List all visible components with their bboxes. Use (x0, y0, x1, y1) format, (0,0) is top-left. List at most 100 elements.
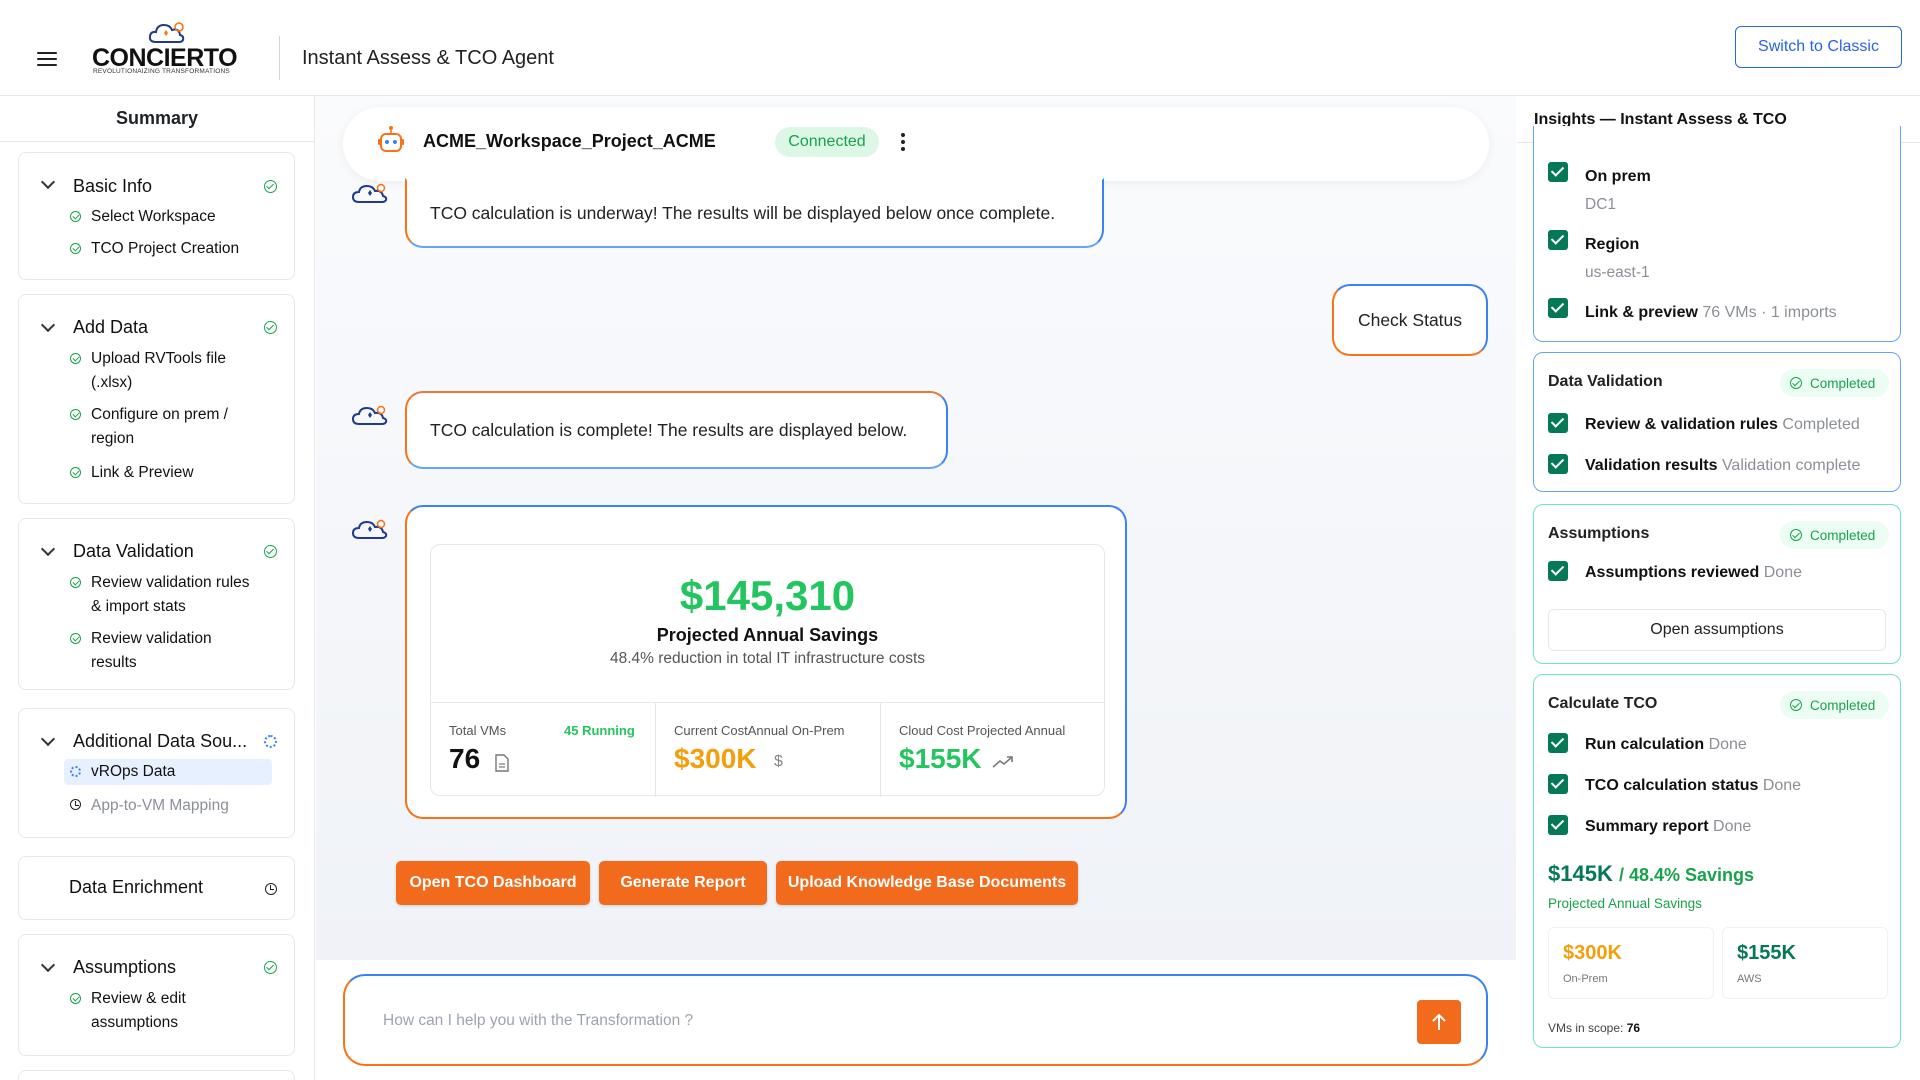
projected-savings-value: $145,310 (679, 572, 856, 619)
trend-up-icon (992, 756, 1013, 768)
aws-cost-tile: $155K AWS (1722, 927, 1888, 999)
reduction-text: 48.4% reduction in total IT infrastructu… (609, 650, 926, 667)
agent-message: TCO calculation is complete! The results… (405, 391, 948, 469)
stat-value: 76 (449, 743, 481, 774)
check-circle-icon (70, 353, 81, 364)
section-data-validation[interactable]: Data Validation Review validation rules … (18, 518, 295, 690)
open-assumptions-button[interactable]: Open assumptions (1548, 609, 1886, 651)
insights-data-validation-card: Data Validation Completed Review & valid… (1533, 352, 1901, 492)
menu-icon[interactable] (37, 52, 57, 66)
step-link-preview[interactable]: Link & Preview (91, 461, 194, 485)
completed-badge: Completed (1780, 691, 1889, 719)
section-title: Data Enrichment (69, 877, 204, 897)
insight-link-preview: Link & preview 76 VMs · 1 imports (1585, 304, 1837, 321)
section-assumptions[interactable]: Assumptions Review & edit assumptions (18, 934, 295, 1056)
dollar-icon: $ (774, 753, 783, 770)
page-title: Instant Assess & TCO Agent (302, 47, 554, 69)
step-review-assumptions[interactable]: Review & edit (91, 987, 186, 1011)
agent-avatar-icon (351, 519, 388, 539)
section-next[interactable] (18, 1070, 295, 1080)
chevron-down-icon[interactable] (40, 541, 56, 557)
insight-on-prem: On prem (1585, 168, 1651, 185)
step-review-results-cont: results (91, 654, 137, 671)
connection-status-badge: Connected (775, 127, 879, 157)
tco-result-inner: $145,310 Projected Annual Savings 48.4% … (430, 544, 1106, 797)
insight-validation-results: Validation results Validation complete (1585, 457, 1861, 474)
checkbox-checked-icon[interactable] (1548, 774, 1568, 794)
send-button[interactable] (1417, 1000, 1461, 1044)
agent-message: TCO calculation is underway! The results… (405, 178, 1104, 248)
step-configure-onprem[interactable]: Configure on prem / (91, 403, 228, 427)
step-review-rules[interactable]: Review validation rules (91, 571, 250, 595)
chevron-down-icon[interactable] (40, 957, 56, 973)
section-add-data[interactable]: Add Data Upload RVTools file (.xlsx) Con… (18, 294, 295, 504)
step-select-workspace[interactable]: Select Workspace (91, 205, 216, 229)
check-circle-icon (1790, 529, 1802, 541)
insight-region-value: us-east-1 (1585, 264, 1650, 281)
insights-add-data-card: On prem DC1 Region us-east-1 Link & prev… (1533, 126, 1901, 342)
section-title: Basic Info (73, 176, 153, 196)
check-circle-icon (1790, 699, 1802, 711)
robot-icon (378, 126, 404, 152)
step-review-results[interactable]: Review validation (91, 627, 212, 651)
chat-input[interactable]: How can I help you with the Transformati… (383, 1012, 693, 1030)
checkbox-checked-icon[interactable] (1548, 298, 1568, 318)
stat-label: Cloud Cost Projected Annual (899, 723, 1066, 738)
insight-region: Region (1585, 236, 1640, 253)
switch-to-classic-button[interactable]: Switch to Classic (1735, 26, 1902, 68)
savings-summary-label: Projected Annual Savings (1548, 896, 1702, 911)
step-upload-rvtools[interactable]: Upload RVTools file (91, 347, 226, 371)
step-vrops-data[interactable]: vROps Data (91, 760, 175, 784)
insight-review-rules: Review & validation rules Completed (1585, 416, 1860, 433)
stat-current-cost: Current CostAnnual On-Prem $300K $ (656, 703, 881, 797)
arrow-up-icon (1432, 1013, 1446, 1030)
clock-icon (70, 799, 81, 810)
chevron-down-icon[interactable] (40, 174, 56, 190)
vms-in-scope: VMs in scope: 76 (1548, 1021, 1641, 1035)
aws-cost-value: $155K (1737, 942, 1796, 964)
logo-cloud-icon (148, 22, 185, 43)
check-circle-icon (70, 409, 81, 420)
chat-input-box[interactable]: How can I help you with the Transformati… (343, 974, 1488, 1066)
card-title: Calculate TCO (1548, 695, 1658, 712)
loading-spinner-icon (264, 735, 277, 748)
section-basic-info[interactable]: Basic Info Select Workspace TCO Project … (18, 152, 295, 280)
check-circle-icon (264, 961, 277, 974)
onprem-cost-label: On-Prem (1563, 973, 1608, 985)
summary-sidebar: Summary Basic Info Select Workspace TCO … (0, 96, 315, 1080)
step-tco-project-creation[interactable]: TCO Project Creation (91, 237, 239, 261)
checkbox-checked-icon[interactable] (1548, 454, 1568, 474)
stat-total-vms: Total VMs 45 Running 76 (431, 703, 656, 797)
checkbox-checked-icon[interactable] (1548, 162, 1568, 182)
generate-report-button[interactable]: Generate Report (599, 861, 767, 905)
check-circle-icon (70, 467, 81, 478)
card-title: Assumptions (1548, 525, 1650, 542)
checkbox-checked-icon[interactable] (1548, 561, 1568, 581)
step-app-vm-mapping[interactable]: App-to-VM Mapping (91, 794, 229, 818)
chevron-down-icon[interactable] (40, 317, 56, 333)
header-divider (279, 36, 280, 80)
onprem-cost-value: $300K (1563, 942, 1622, 964)
checkbox-checked-icon[interactable] (1548, 413, 1568, 433)
chevron-down-icon[interactable] (40, 731, 56, 747)
open-tco-dashboard-button[interactable]: Open TCO Dashboard (396, 861, 590, 905)
stat-label: Current CostAnnual On-Prem (674, 723, 845, 738)
section-data-enrichment[interactable]: Data Enrichment (18, 856, 295, 920)
more-options-icon[interactable] (901, 133, 905, 151)
app-header: CONCIERTO REVOLUTIONAIZING TRANSFORMATIO… (0, 0, 1920, 96)
agent-avatar-icon (351, 183, 388, 203)
check-circle-icon (70, 993, 81, 1004)
running-count: 45 Running (564, 723, 635, 738)
tco-result-card: $145,310 Projected Annual Savings 48.4% … (405, 505, 1127, 819)
concierto-logo: CONCIERTO REVOLUTIONAIZING TRANSFORMATIO… (92, 20, 252, 80)
checkbox-checked-icon[interactable] (1548, 815, 1568, 835)
upload-knowledge-base-button[interactable]: Upload Knowledge Base Documents (776, 861, 1078, 905)
step-review-rules-cont: & import stats (91, 598, 186, 615)
check-circle-icon (264, 321, 277, 334)
check-circle-icon (1790, 377, 1802, 389)
stat-cloud-cost: Cloud Cost Projected Annual $155K (881, 703, 1106, 797)
checkbox-checked-icon[interactable] (1548, 733, 1568, 753)
checkbox-checked-icon[interactable] (1548, 230, 1568, 250)
agent-avatar-icon (351, 405, 388, 425)
section-additional-data-sources[interactable]: Additional Data Sou... vROps Data App-to… (18, 708, 295, 838)
